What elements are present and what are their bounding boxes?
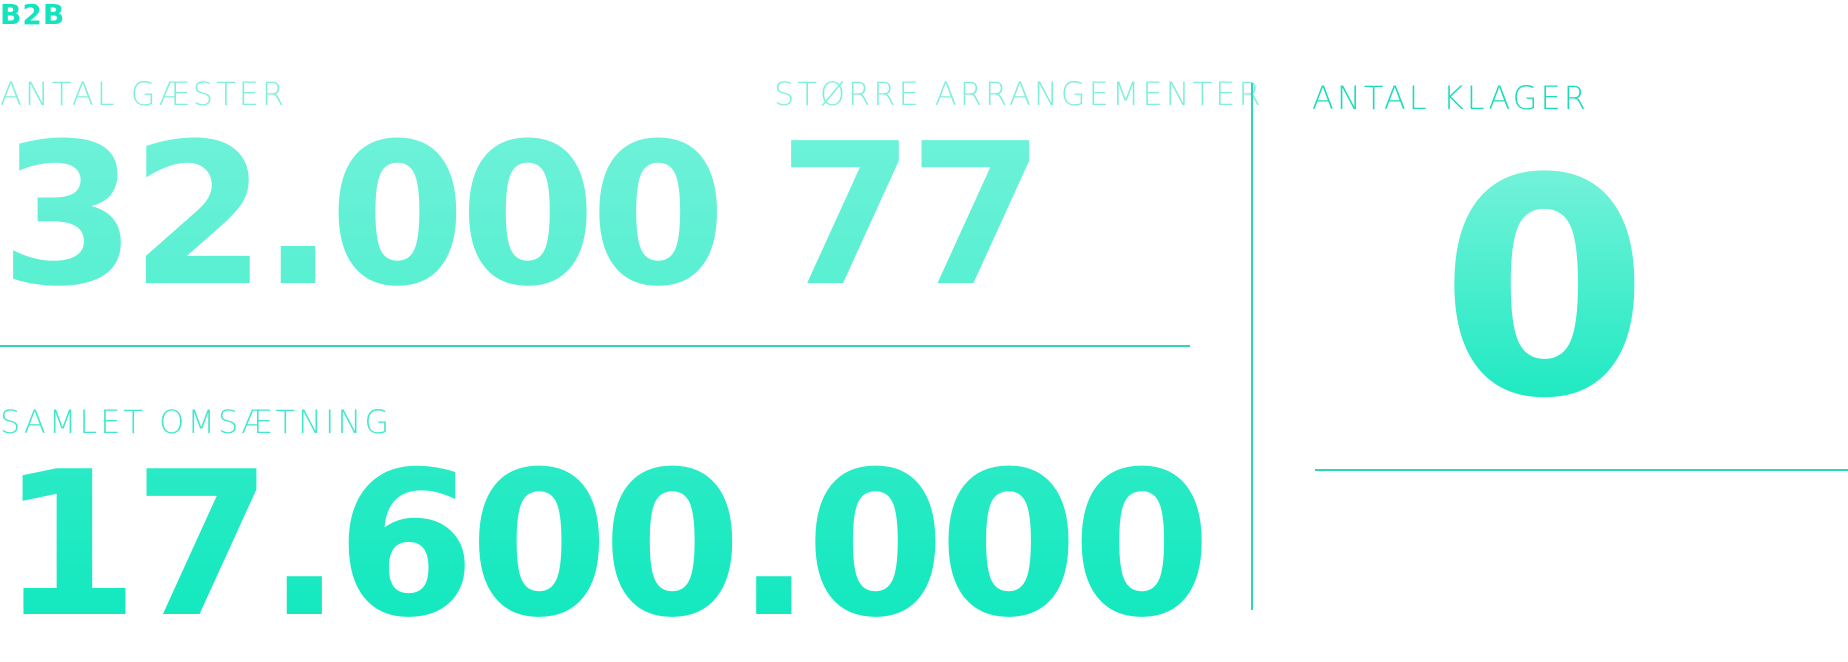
revenue-value: 17.600.000 bbox=[0, 429, 1211, 662]
complaints-label: ANTAL KLAGER bbox=[1312, 79, 1589, 117]
column-divider bbox=[1251, 83, 1253, 610]
top-row-divider bbox=[0, 345, 1190, 347]
section-tag: B2B bbox=[0, 0, 66, 31]
guests-value: 32.000 bbox=[0, 102, 726, 330]
events-value: 77 bbox=[778, 102, 1045, 330]
complaints-value: 0 bbox=[1440, 115, 1649, 464]
complaints-divider bbox=[1315, 469, 1848, 471]
